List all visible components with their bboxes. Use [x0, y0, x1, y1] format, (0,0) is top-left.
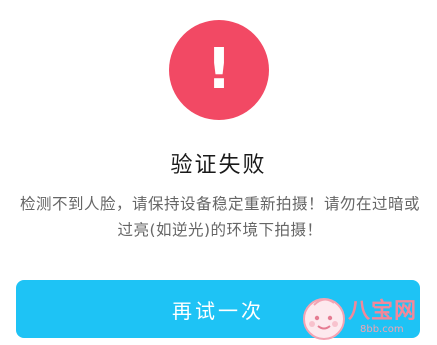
dialog-message: 检测不到人脸，请保持设备稳定重新拍摄！请勿在过暗或过亮(如逆光)的环境下拍摄！: [19, 195, 420, 239]
error-alert-icon: !: [169, 20, 269, 120]
verification-failed-page: ! 验证失败 检测不到人脸，请保持设备稳定重新拍摄！请勿在过暗或过亮(如逆光)的…: [0, 0, 437, 345]
dialog-title: 验证失败: [170, 153, 267, 178]
exclamation-mark: !: [206, 37, 232, 102]
retry-button[interactable]: 再试一次: [16, 280, 420, 338]
